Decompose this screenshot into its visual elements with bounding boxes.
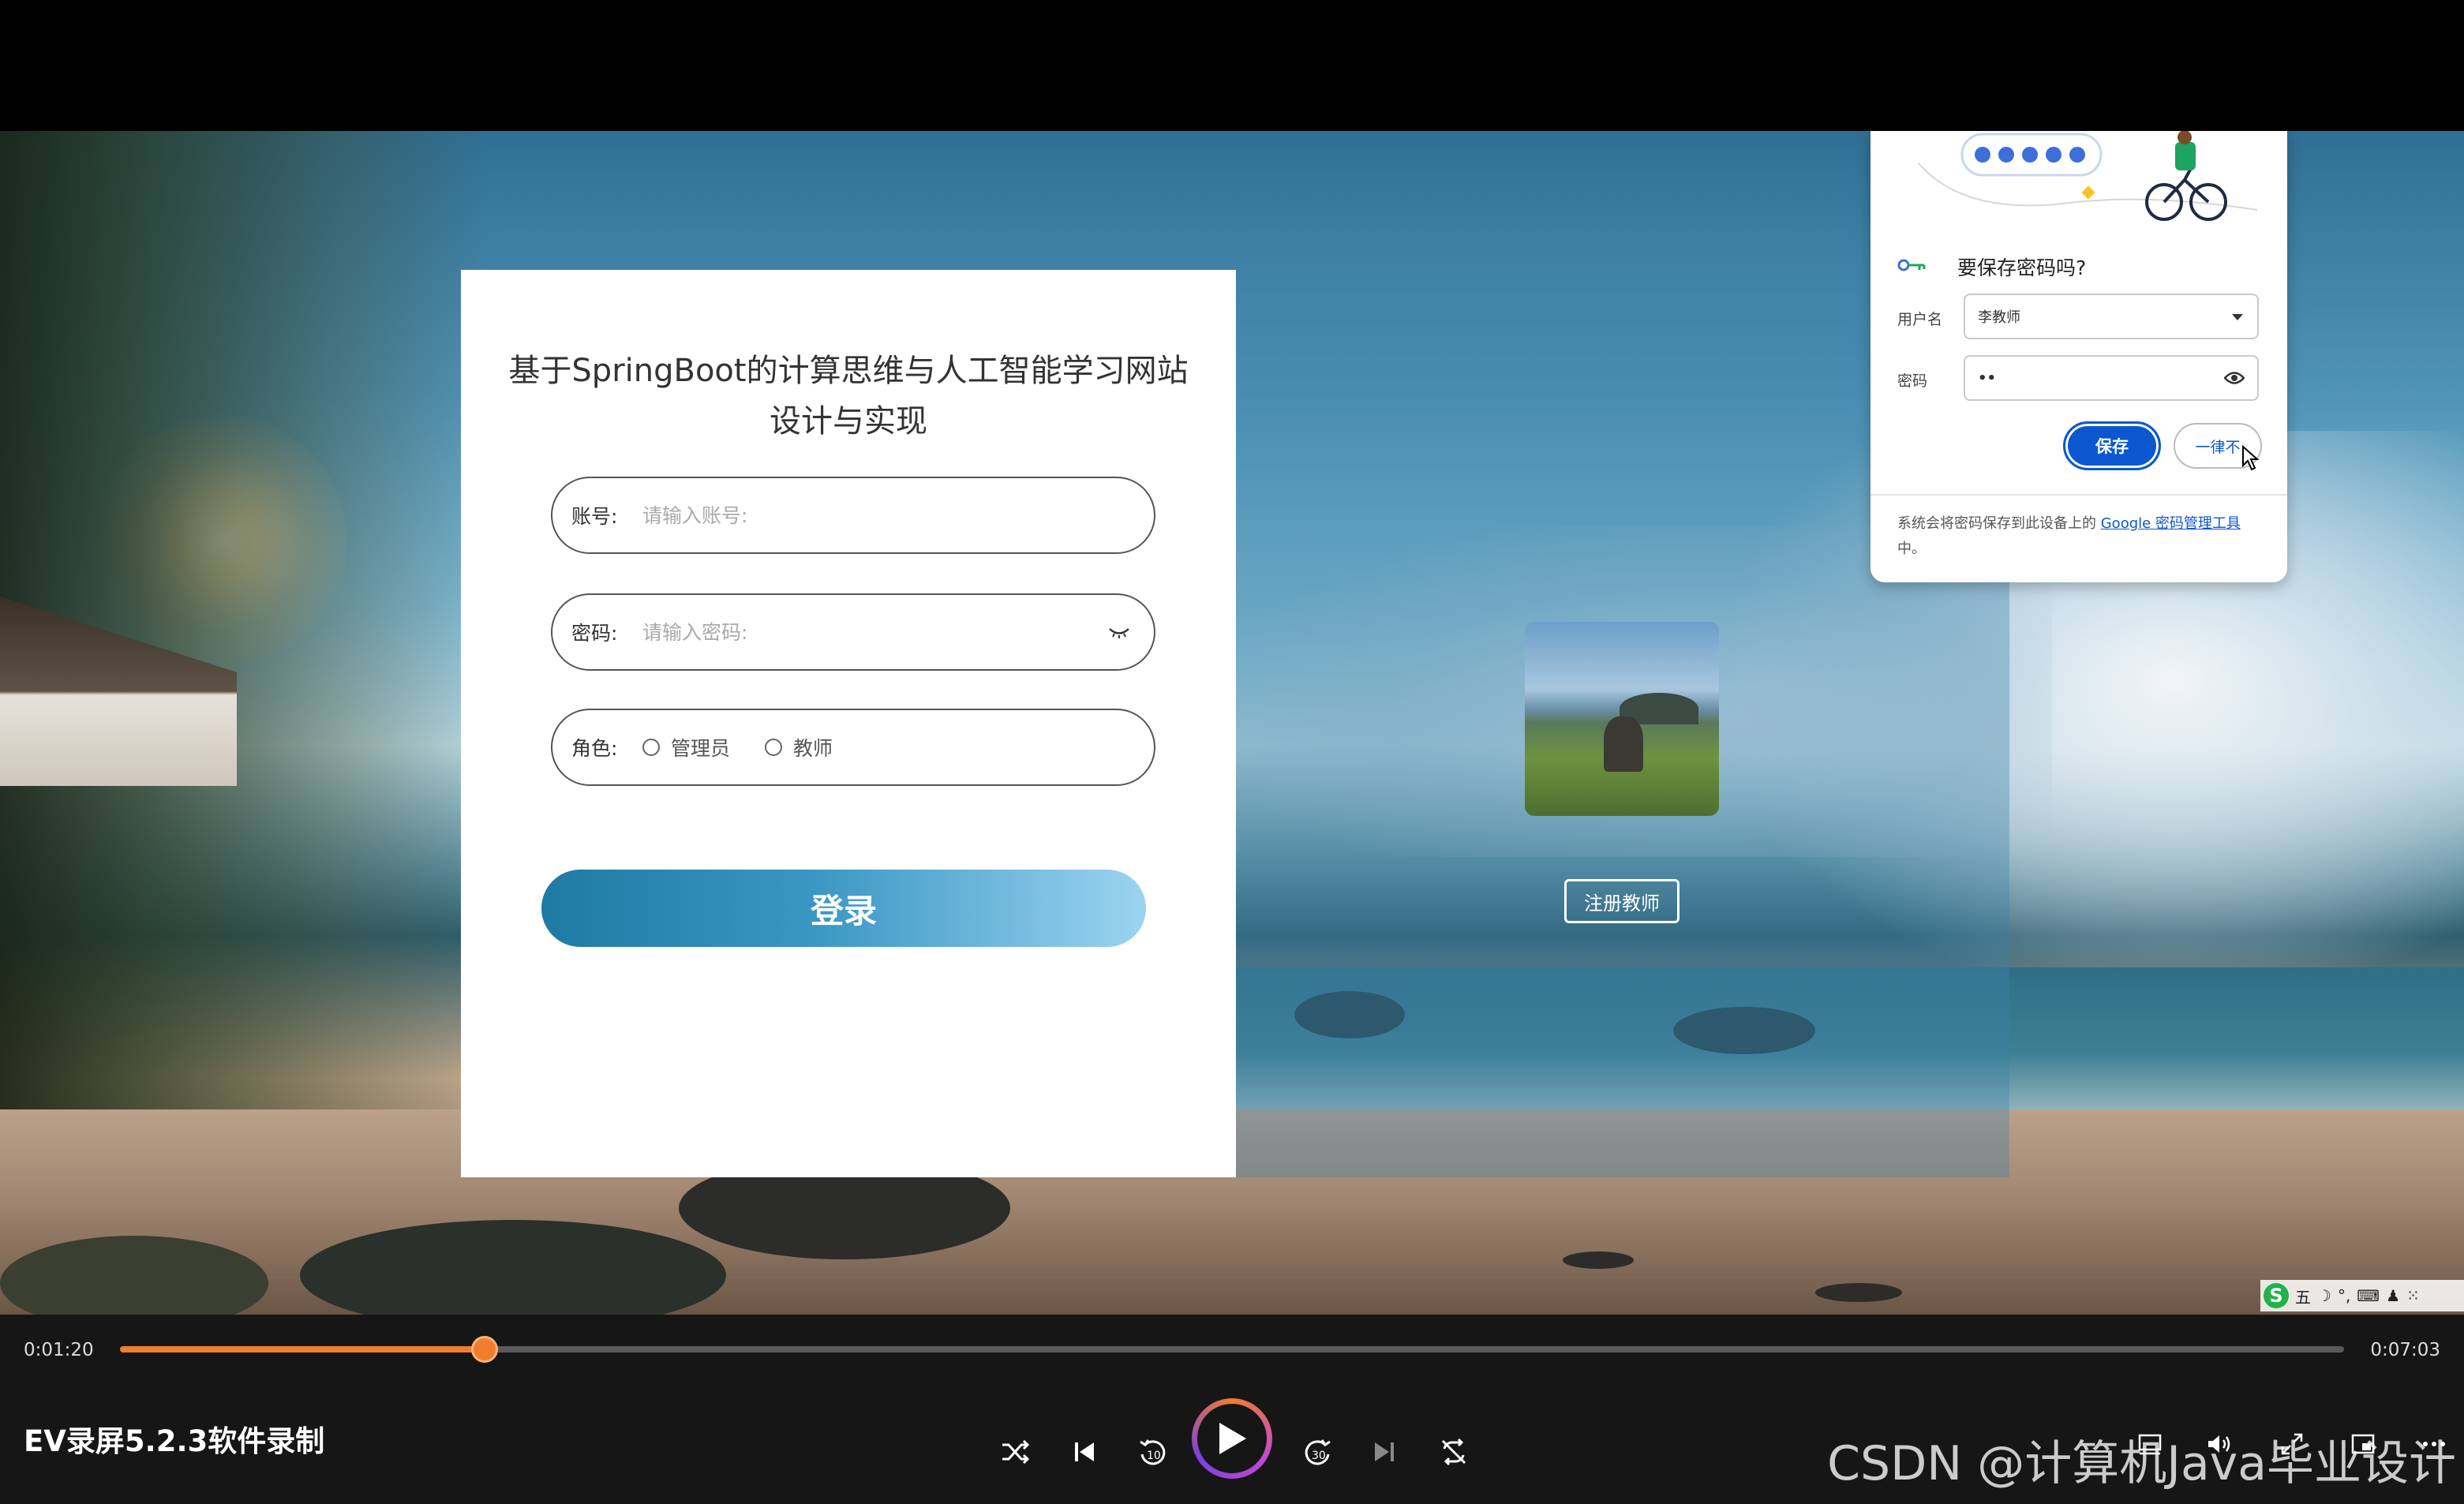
save-password-note: 系统会将密码保存到此设备上的 Google 密码管理工具中。 <box>1897 511 2268 562</box>
beach-rock <box>1563 1251 1634 1269</box>
password-value-field[interactable]: •• <box>1964 355 2259 401</box>
role-field: 角色: 管理员 教师 <box>551 709 1155 786</box>
beach-rock <box>1815 1283 1902 1302</box>
radio-circle-icon[interactable] <box>642 739 660 756</box>
account-input[interactable] <box>642 503 1084 527</box>
play-icon[interactable] <box>1197 1404 1267 1473</box>
popup-divider <box>1870 494 2287 496</box>
play-button[interactable] <box>1192 1398 1272 1479</box>
role-radio-teacher[interactable]: 教师 <box>765 733 833 761</box>
ime-status-bar[interactable]: S 五 ☽ °, ⌨ ♟ ⁙ <box>2260 1280 2464 1311</box>
eye-icon[interactable] <box>2224 371 2245 385</box>
account-field[interactable]: 账号: <box>551 477 1155 554</box>
time-current: 0:01:20 <box>24 1340 94 1360</box>
sogou-logo-icon[interactable]: S <box>2264 1283 2289 1308</box>
ime-moon-icon[interactable]: ☽ <box>2317 1286 2331 1305</box>
password-input[interactable] <box>642 620 1084 644</box>
forward-30-icon[interactable]: 30 <box>1298 1431 1339 1472</box>
shuffle-icon[interactable] <box>994 1431 1035 1472</box>
ime-mode[interactable]: 五 <box>2295 1285 2311 1308</box>
save-password-title: 要保存密码吗? <box>1957 256 2087 279</box>
password-masked-value: •• <box>1978 369 1997 387</box>
player-controls: 0:01:20 0:07:03 EV录屏5.2.3软件录制 10 30 CSDN… <box>0 1315 2464 1504</box>
ime-keyboard-icon[interactable]: ⌨ <box>2357 1286 2380 1305</box>
seek-progress <box>120 1346 485 1352</box>
time-total: 0:07:03 <box>2370 1340 2440 1360</box>
ime-grid-icon[interactable]: ⁙ <box>2406 1286 2420 1305</box>
repeat-off-icon[interactable] <box>1433 1431 1474 1472</box>
save-password-popup: 要保存密码吗? 用户名 李教师 密码 •• 保存 一律不 系统会将密码保存到此设… <box>1870 131 2287 582</box>
save-password-button[interactable]: 保存 <box>2063 421 2161 470</box>
role-option-label: 管理员 <box>671 737 731 760</box>
avatar-person <box>1604 716 1643 772</box>
password-label-popup: 密码 <box>1897 372 1928 390</box>
radio-circle-icon[interactable] <box>765 739 783 756</box>
mouse-cursor-icon <box>2242 445 2260 471</box>
note-prefix: 系统会将密码保存到此设备上的 <box>1897 515 2101 532</box>
avatar-image <box>1525 622 1719 816</box>
password-label: 密码: <box>571 622 618 645</box>
username-label: 用户名 <box>1897 311 1943 328</box>
note-suffix: 中。 <box>1897 541 1926 557</box>
chevron-down-icon <box>2232 314 2243 320</box>
svg-text:10: 10 <box>1147 1450 1161 1462</box>
next-icon[interactable] <box>1364 1431 1405 1472</box>
ime-punctuation-icon[interactable]: °, <box>2338 1286 2350 1305</box>
recording-caption: EV录屏5.2.3软件录制 <box>24 1424 325 1458</box>
role-radio-admin[interactable]: 管理员 <box>642 733 730 761</box>
svg-text:30: 30 <box>1312 1450 1326 1462</box>
password-illustration-icon <box>1918 131 2257 221</box>
username-select[interactable]: 李教师 <box>1964 294 2259 339</box>
login-title: 基于SpringBoot的计算思维与人工智能学习网站设计与实现 <box>508 353 1189 440</box>
seek-thumb[interactable] <box>471 1336 499 1363</box>
password-manager-link[interactable]: Google 密码管理工具 <box>2101 515 2241 532</box>
password-field[interactable]: 密码: <box>551 593 1155 671</box>
register-teacher-button[interactable]: 注册教师 <box>1564 879 1679 923</box>
role-label: 角色: <box>571 737 618 760</box>
login-card: 基于SpringBoot的计算思维与人工智能学习网站设计与实现 账号: 密码: … <box>461 270 1236 1177</box>
account-label: 账号: <box>571 505 618 528</box>
role-option-label: 教师 <box>793 737 833 760</box>
username-value: 李教师 <box>1978 309 2020 326</box>
key-icon <box>1897 259 1926 271</box>
rewind-10-icon[interactable]: 10 <box>1132 1431 1173 1472</box>
csdn-watermark: CSDN @计算机Java毕业设计 <box>1827 1436 2456 1491</box>
ime-user-icon[interactable]: ♟ <box>2386 1286 2400 1305</box>
seek-bar[interactable] <box>120 1336 2344 1363</box>
screen: 基于SpringBoot的计算思维与人工智能学习网站设计与实现 账号: 密码: … <box>0 0 2464 1504</box>
previous-icon[interactable] <box>1064 1431 1105 1472</box>
eye-closed-icon[interactable] <box>1107 620 1132 645</box>
login-button[interactable]: 登录 <box>541 870 1146 947</box>
